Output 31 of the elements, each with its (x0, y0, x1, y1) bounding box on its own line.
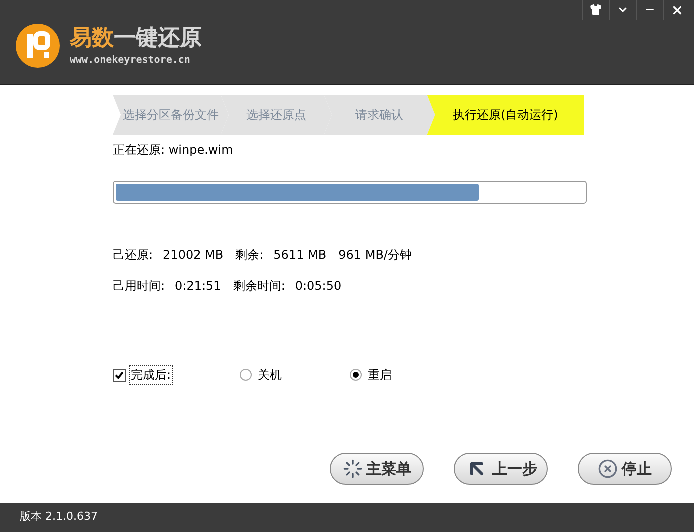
status-text: 正在还原: winpe.wim (113, 142, 234, 159)
version-text: 版本 2.1.0.637 (20, 509, 98, 526)
wizard-step: 选择还原点 (221, 95, 332, 135)
shirt-icon (590, 4, 602, 16)
wizard-step: 执行还原(自动运行) (427, 95, 584, 135)
spinner-icon (342, 459, 362, 479)
close-icon (670, 4, 684, 16)
close-circle-icon (598, 459, 618, 479)
menu-button[interactable]: 主菜单 (330, 453, 424, 485)
stat-label: 剩余时间: (233, 278, 286, 295)
stat-value: 5611 MB (274, 247, 328, 264)
stat-value: 0:05:50 (295, 278, 343, 295)
logo-icon (14, 22, 62, 70)
stat-label: 己还原: (113, 247, 154, 264)
back-button[interactable]: 上一步 (454, 453, 548, 485)
stat-label: 剩余: (236, 247, 264, 264)
stat-label: 己用时间: (113, 278, 166, 295)
stat-value: 21002 MB (163, 247, 225, 264)
stat-value: 0:21:51 (175, 278, 222, 295)
radio-button[interactable] (240, 369, 252, 381)
radio-label: 重启 (368, 367, 392, 384)
app-title: 易数一键还原 (70, 24, 202, 52)
wizard-step: 请求确认 (324, 95, 436, 135)
radio-label: 关机 (258, 367, 282, 384)
checkbox[interactable] (113, 368, 126, 382)
stop-button[interactable]: 停止 (578, 453, 672, 485)
stat-value: 961 MB/分钟 (338, 247, 413, 264)
radio-button[interactable] (350, 369, 362, 381)
website-url: www.onekeyrestore.cn (70, 54, 192, 68)
wizard-step: 选择分区备份文件 (113, 95, 229, 135)
checkbox-label: 完成后: (129, 365, 174, 385)
